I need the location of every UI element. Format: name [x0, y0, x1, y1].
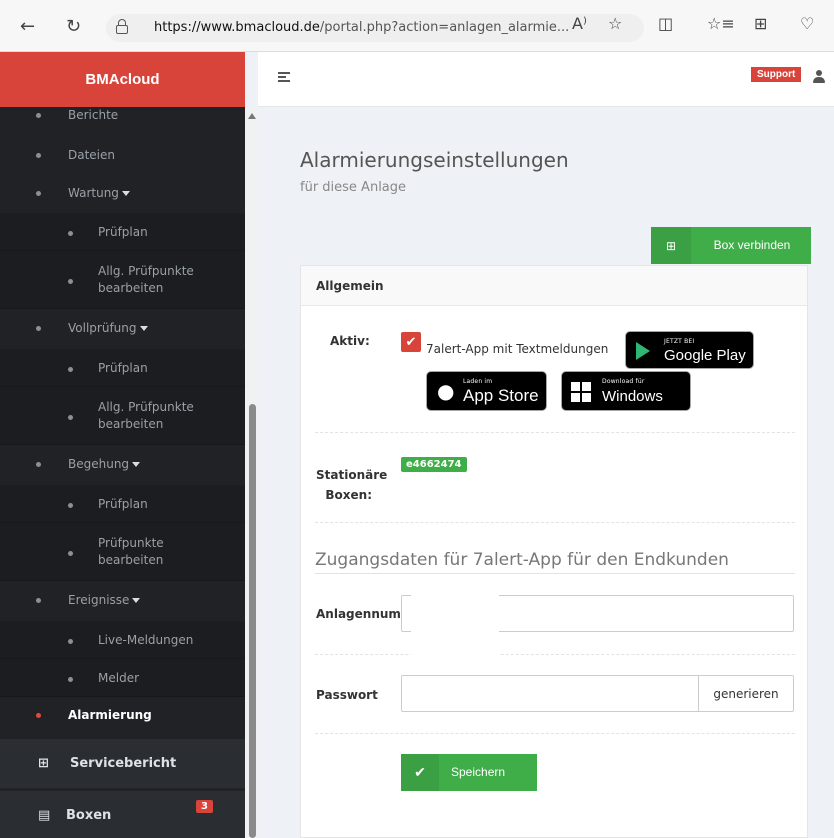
passwort-input[interactable]: [401, 675, 699, 712]
checkbox-label: 7alert-App mit Textmeldungen: [426, 342, 609, 356]
redacted-area: [411, 594, 499, 675]
sidebar: Berichte Dateien Wartung Prüfplan Allg. …: [0, 107, 245, 838]
back-arrow-icon[interactable]: ←: [20, 18, 35, 36]
divider: [315, 733, 795, 734]
hdd-icon: ▤: [38, 808, 51, 823]
save-button[interactable]: ✔ Speichern: [401, 754, 537, 791]
box-id-badge[interactable]: e4662474: [401, 457, 467, 472]
sidebar-item-ereignisse[interactable]: Ereignisse: [0, 587, 245, 623]
caret-down-icon: [139, 326, 148, 331]
stationaere-boxen-label: Stationäre Boxen:: [316, 468, 388, 502]
sidebar-item-begehung[interactable]: Begehung: [0, 451, 245, 487]
sidebar-item-live-meldungen[interactable]: Live-Meldungen: [0, 621, 245, 659]
favorites-list-icon[interactable]: ☆≡: [707, 14, 735, 33]
address-bar[interactable]: https://www.bmacloud.de/portal.php?actio…: [106, 14, 644, 42]
aktiv-checkbox[interactable]: ✔: [401, 332, 421, 352]
apple-icon: ●: [437, 379, 455, 403]
box-verbinden-button[interactable]: ⊞ Box verbinden: [651, 227, 811, 264]
panel-heading: Allgemein: [301, 266, 807, 306]
sidebar-item-alarmierung[interactable]: Alarmierung: [0, 701, 245, 731]
caret-down-icon: [132, 598, 141, 603]
url-text[interactable]: https://www.bmacloud.de/portal.php?actio…: [154, 20, 569, 35]
page-title: Alarmierungseinstellungen: [300, 148, 569, 172]
sidebar-item-melder[interactable]: Melder: [0, 659, 245, 697]
anlagennummer-label: Anlagennumm: [316, 607, 414, 621]
divider: [315, 654, 795, 655]
divider: [315, 522, 795, 523]
check-icon: ✔: [405, 334, 417, 350]
collections-icon[interactable]: ⊞: [754, 14, 767, 33]
divider: [315, 432, 795, 433]
access-section-title: Zugangsdaten für 7alert-App für den Endk…: [315, 550, 729, 570]
sidebar-item-berichte[interactable]: Berichte: [0, 107, 245, 124]
table-icon: ⊞: [38, 756, 49, 771]
passwort-label: Passwort: [316, 688, 378, 702]
browser-toolbar: ← ↻ https://www.bmacloud.de/portal.php?a…: [0, 0, 834, 52]
sidebar-item-servicebericht[interactable]: ⊞ Servicebericht: [0, 738, 245, 788]
sidebar-item-begehung-pruefplan[interactable]: Prüfplan: [0, 485, 245, 523]
google-play-badge[interactable]: JETZT BEI Google Play: [625, 331, 754, 369]
caret-down-icon: [132, 462, 141, 467]
sidebar-scroll-thumb[interactable]: [249, 404, 256, 838]
sidebar-item-wartung[interactable]: Wartung: [0, 177, 245, 213]
check-icon: ✔: [401, 754, 439, 791]
browser-essentials-icon[interactable]: ♡: [800, 14, 814, 33]
caret-down-icon: [121, 191, 130, 196]
windows-icon: [571, 382, 591, 402]
plus-square-icon: ⊞: [651, 227, 691, 264]
user-icon[interactable]: [813, 70, 825, 84]
sidebar-item-wartung-pruefplan[interactable]: Prüfplan: [0, 213, 245, 251]
sidebar-item-wartung-pruefpunkte[interactable]: Allg. Prüfpunkte bearbeiten: [0, 251, 245, 309]
menu-toggle-icon[interactable]: [278, 72, 290, 84]
top-navbar: Support: [258, 52, 834, 107]
support-button[interactable]: Support: [751, 67, 802, 82]
scroll-up-arrow-icon[interactable]: [248, 113, 256, 119]
boxen-count-badge: 3: [196, 800, 213, 813]
section-underline: [315, 573, 795, 574]
read-aloud-icon[interactable]: A⁾: [572, 14, 587, 33]
aktiv-label: Aktiv:: [330, 334, 370, 348]
favorite-star-icon[interactable]: ☆: [608, 14, 622, 33]
split-screen-icon[interactable]: ◫: [658, 14, 673, 33]
app-store-badge[interactable]: ● Laden im App Store: [426, 371, 547, 411]
sidebar-item-vollpruefung-pruefpunkte[interactable]: Allg. Prüfpunkte bearbeiten: [0, 387, 245, 445]
google-play-icon: [636, 342, 650, 360]
refresh-icon[interactable]: ↻: [66, 18, 81, 36]
sidebar-item-dateien[interactable]: Dateien: [0, 139, 245, 169]
sidebar-item-vollpruefung-pruefplan[interactable]: Prüfplan: [0, 349, 245, 387]
generate-password-button[interactable]: generieren: [698, 675, 794, 712]
sidebar-item-boxen[interactable]: ▤ Boxen 3: [0, 790, 245, 838]
windows-store-badge[interactable]: Download für Windows: [561, 371, 691, 411]
lock-icon[interactable]: [116, 19, 128, 34]
page-subtitle: für diese Anlage: [300, 180, 407, 195]
sidebar-item-vollpruefung[interactable]: Vollprüfung: [0, 315, 245, 351]
sidebar-item-begehung-pruefpunkte[interactable]: Prüfpunkte bearbeiten: [0, 523, 245, 581]
brand-logo[interactable]: BMAcloud: [0, 52, 245, 107]
